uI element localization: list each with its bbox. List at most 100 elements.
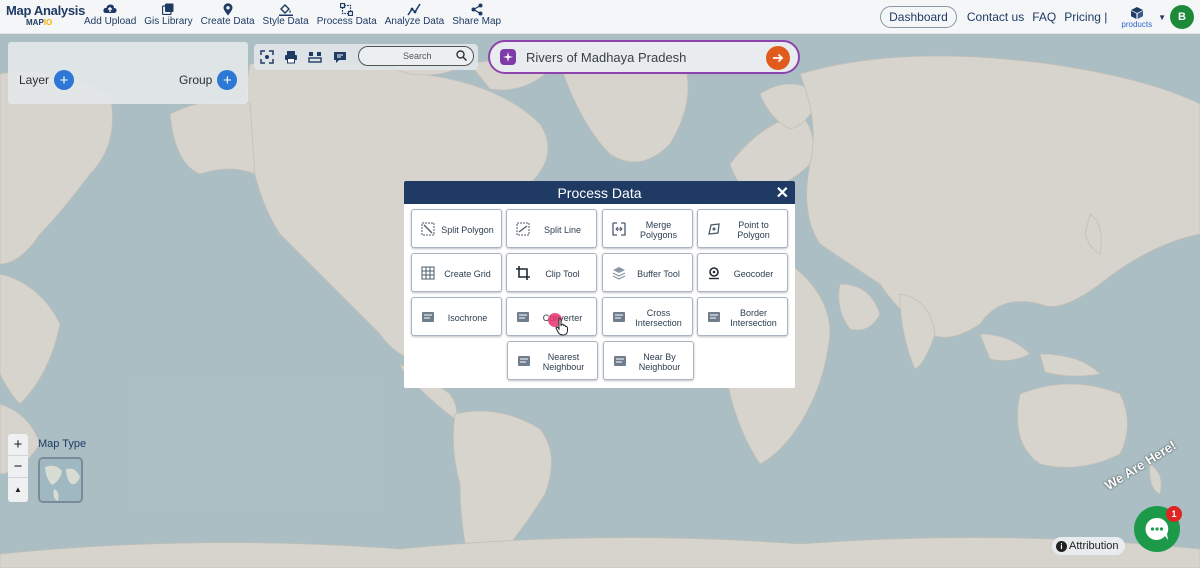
app-logo[interactable]: Map Analysis MAPIO <box>6 3 85 27</box>
tool-label: Merge Polygons <box>639 219 678 240</box>
layer-panel: Layer + Group + <box>8 42 248 104</box>
crop-icon <box>516 266 530 280</box>
nav-label: Create Data <box>200 16 255 27</box>
nav-gis-library[interactable]: Gis Library <box>140 2 196 28</box>
nav-label: Style Data <box>262 16 309 27</box>
hand-cursor-icon <box>555 318 568 336</box>
nav-share-map[interactable]: Share Map <box>448 2 505 28</box>
ai-sparkle-icon <box>500 49 516 65</box>
near-by-neighbour-icon <box>614 356 626 366</box>
zoom-in-button[interactable]: + <box>8 434 28 456</box>
zoom-controls: + − ▲ <box>8 434 28 502</box>
products-label: products <box>1121 19 1153 29</box>
search-input[interactable]: Search <box>358 46 474 66</box>
app-subtitle: MAPIO <box>26 18 76 27</box>
split-line-icon <box>516 222 530 236</box>
merge-polygons-button[interactable]: Merge Polygons <box>602 209 693 248</box>
header-right: Dashboard Contact us FAQ Pricing | produ… <box>880 0 1200 34</box>
location-pin-icon <box>223 2 233 16</box>
comment-icon[interactable] <box>333 50 347 64</box>
tool-label: Create Grid <box>444 268 491 279</box>
map-type-thumbnail[interactable] <box>38 457 83 503</box>
tool-label: Clip Tool <box>545 268 580 279</box>
point-to-polygon-button[interactable]: Point to Polygon <box>697 209 788 248</box>
tool-label: Split Line <box>543 224 582 235</box>
nav-create-data[interactable]: Create Data <box>197 2 259 28</box>
nav-analyze-data[interactable]: Analyze Data <box>381 2 448 28</box>
border-intersection-button[interactable]: Border Intersection <box>697 297 788 336</box>
main-nav: Add Upload Gis Library Create Data Style… <box>80 2 505 28</box>
split-polygon-button[interactable]: Split Polygon <box>411 209 502 248</box>
reset-north-button[interactable]: ▲ <box>8 478 28 500</box>
isochrone-icon <box>422 312 434 322</box>
cloud-upload-icon <box>103 2 117 16</box>
pricing-link[interactable]: Pricing | <box>1064 10 1107 24</box>
border-intersection-icon <box>708 312 720 322</box>
map-type-label: Map Type <box>38 438 87 450</box>
products-menu[interactable]: products <box>1121 6 1152 29</box>
user-avatar[interactable]: B <box>1170 5 1194 29</box>
geocoder-icon <box>709 267 719 280</box>
tool-label: Border Intersection <box>730 307 777 328</box>
nav-style-data[interactable]: Style Data <box>259 2 313 28</box>
query-text: Rivers of Madhaya Pradesh <box>526 50 687 65</box>
group-control: Group + <box>179 70 238 90</box>
nearest-neighbour-button[interactable]: Nearest Neighbour <box>507 341 598 380</box>
converter-icon <box>517 312 529 322</box>
logo-sub-suffix: IO <box>43 18 53 27</box>
zoom-out-button[interactable]: − <box>8 456 28 478</box>
process-data-modal: Process Data ✕ Split Polygon Split Line … <box>404 181 795 388</box>
measure-icon[interactable] <box>308 50 322 64</box>
search-placeholder: Search <box>403 51 432 61</box>
add-layer-button[interactable]: + <box>54 70 75 90</box>
attribution-button[interactable]: i Attribution <box>1052 537 1125 555</box>
tool-label: Point to Polygon <box>737 219 770 240</box>
nav-label: Analyze Data <box>384 16 445 27</box>
nav-label: Process Data <box>316 16 377 27</box>
contact-link[interactable]: Contact us <box>967 10 1024 24</box>
create-grid-button[interactable]: Create Grid <box>411 253 502 292</box>
point-to-polygon-icon <box>708 223 720 235</box>
near-by-neighbour-button[interactable]: Near By Neighbour <box>603 341 694 380</box>
geocoder-button[interactable]: Geocoder <box>697 253 788 292</box>
top-navbar: Map Analysis MAPIO Add Upload Gis Librar… <box>0 0 1200 34</box>
buffer-tool-button[interactable]: Buffer Tool <box>602 253 693 292</box>
chevron-down-icon[interactable]: ▼ <box>1158 13 1166 22</box>
library-icon <box>162 2 174 16</box>
split-line-button[interactable]: Split Line <box>506 209 597 248</box>
tool-label: Split Polygon <box>441 224 494 235</box>
tool-label: Isochrone <box>447 312 488 323</box>
ai-query-input[interactable]: Rivers of Madhaya Pradesh <box>488 40 800 74</box>
search-icon <box>456 50 467 61</box>
attribution-label: Attribution <box>1069 540 1119 552</box>
faq-link[interactable]: FAQ <box>1032 10 1056 24</box>
logo-sub-prefix: MAP <box>26 18 44 27</box>
arrow-right-icon <box>773 53 784 63</box>
fullscreen-icon[interactable] <box>260 50 274 64</box>
merge-polygons-icon <box>612 222 626 236</box>
chat-icon <box>1145 517 1169 540</box>
map-thumbnail-icon <box>40 459 81 501</box>
share-icon <box>471 2 483 16</box>
modal-header: Process Data ✕ <box>404 181 795 204</box>
tool-label: Cross Intersection <box>635 307 682 328</box>
add-group-button[interactable]: + <box>217 70 238 90</box>
clip-tool-button[interactable]: Clip Tool <box>506 253 597 292</box>
cross-intersection-button[interactable]: Cross Intersection <box>602 297 693 336</box>
nav-add-upload[interactable]: Add Upload <box>80 2 140 28</box>
chat-notification-badge: 1 <box>1166 506 1182 522</box>
nav-process-data[interactable]: Process Data <box>313 2 381 28</box>
dashboard-button[interactable]: Dashboard <box>880 6 957 28</box>
grid-icon <box>421 266 435 280</box>
isochrone-button[interactable]: Isochrone <box>411 297 502 336</box>
layer-label: Layer <box>19 73 50 87</box>
nearest-neighbour-icon <box>518 356 530 366</box>
nav-label: Add Upload <box>84 16 137 27</box>
process-icon <box>340 2 354 16</box>
print-icon[interactable] <box>284 50 298 64</box>
split-polygon-icon <box>421 222 435 236</box>
close-icon[interactable]: ✕ <box>776 183 789 203</box>
submit-query-button[interactable] <box>766 46 790 70</box>
info-icon: i <box>1056 540 1067 552</box>
layer-control: Layer + <box>19 70 75 90</box>
